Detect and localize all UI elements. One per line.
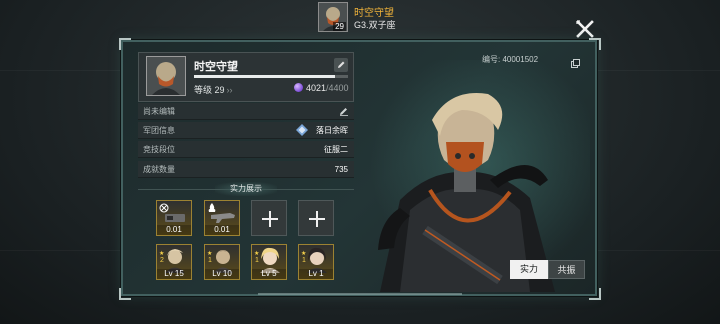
- panel-corner: [589, 288, 601, 300]
- character-level: Lv 1: [299, 269, 333, 279]
- signature-text: 尚未编辑: [143, 107, 175, 116]
- exp-max: /4400: [326, 83, 349, 93]
- pencil-icon[interactable]: [339, 106, 349, 116]
- equipment-value: 0.01: [205, 225, 239, 235]
- equipment-slot-1[interactable]: 0.01: [156, 200, 192, 236]
- legion-value: 落日余晖: [316, 126, 348, 135]
- panel-corner: [119, 288, 131, 300]
- signature-row[interactable]: 尚未编辑: [138, 103, 354, 120]
- player-avatar[interactable]: [146, 56, 186, 96]
- rank-row: 竞技段位 征服二: [138, 141, 354, 158]
- header-player-name: 时空守望: [354, 8, 394, 19]
- legion-emblem-icon: [296, 124, 308, 136]
- achievement-label: 成就数量: [143, 165, 175, 174]
- achievement-value: 735: [334, 165, 348, 174]
- equipment-slot-4[interactable]: [298, 200, 334, 236]
- tab-strength[interactable]: 实力: [510, 260, 548, 279]
- equipment-slot-2[interactable]: 0.01: [204, 200, 240, 236]
- rank-label: 竞技段位: [143, 145, 175, 154]
- serial-number: 编号: 40001502: [482, 55, 539, 64]
- close-button[interactable]: [574, 18, 596, 40]
- header-avatar[interactable]: 29: [318, 2, 348, 32]
- achievement-row: 成就数量 735: [138, 161, 354, 178]
- rank-value: 征服二: [324, 145, 348, 154]
- close-icon: [576, 20, 594, 38]
- weapon-chip-icon: [165, 214, 185, 222]
- exp-bar: [194, 75, 348, 78]
- character-slot-4[interactable]: ★ 1 Lv 1: [298, 244, 334, 280]
- level-label: 等级 29: [194, 85, 225, 95]
- copy-button[interactable]: [571, 55, 580, 68]
- exp-value: 4021/4400: [306, 83, 349, 93]
- legion-label: 军团信息: [143, 126, 175, 135]
- player-name: 时空守望: [194, 61, 238, 73]
- edit-name-button[interactable]: [334, 58, 348, 72]
- legion-row[interactable]: 军团信息 落日余晖: [138, 122, 354, 139]
- pencil-icon: [337, 61, 344, 68]
- plus-icon: [262, 211, 278, 227]
- character-slot-1[interactable]: ★ 2 Lv 15: [156, 244, 192, 280]
- character-slot-3[interactable]: ★ 1 Lv 5: [251, 244, 287, 280]
- level-arrow-icon: ››: [226, 85, 233, 95]
- exp-crystal-icon: [294, 83, 303, 92]
- level-text: 等级 29 ››: [194, 83, 233, 96]
- tab-bond[interactable]: 共振: [548, 260, 585, 279]
- character-stars: 2: [160, 257, 164, 264]
- header-avatar-level: 29: [333, 22, 346, 31]
- plus-icon: [309, 211, 325, 227]
- panel-bottom-accent: [258, 293, 462, 295]
- character-stars: 1: [255, 257, 259, 264]
- character-stars: 1: [302, 257, 306, 264]
- equipment-slot-3[interactable]: [251, 200, 287, 236]
- header-server-tag: G3.双子座: [354, 20, 396, 30]
- character-level: Lv 15: [157, 269, 191, 279]
- panel-corner: [119, 38, 131, 50]
- showcase-title: 实力展示: [215, 182, 277, 196]
- character-stars: 1: [208, 257, 212, 264]
- masked-face-icon: [147, 57, 185, 95]
- character-slot-2[interactable]: ★ 1 Lv 10: [204, 244, 240, 280]
- equipment-value: 0.01: [157, 225, 191, 235]
- copy-icon: [571, 59, 580, 68]
- exp-bar-fill: [194, 75, 335, 78]
- exp-current: 4021: [306, 83, 327, 93]
- character-level: Lv 10: [205, 269, 239, 279]
- gun-module-icon: [211, 213, 235, 223]
- panel-corner: [589, 38, 601, 50]
- character-level: Lv 5: [252, 269, 286, 279]
